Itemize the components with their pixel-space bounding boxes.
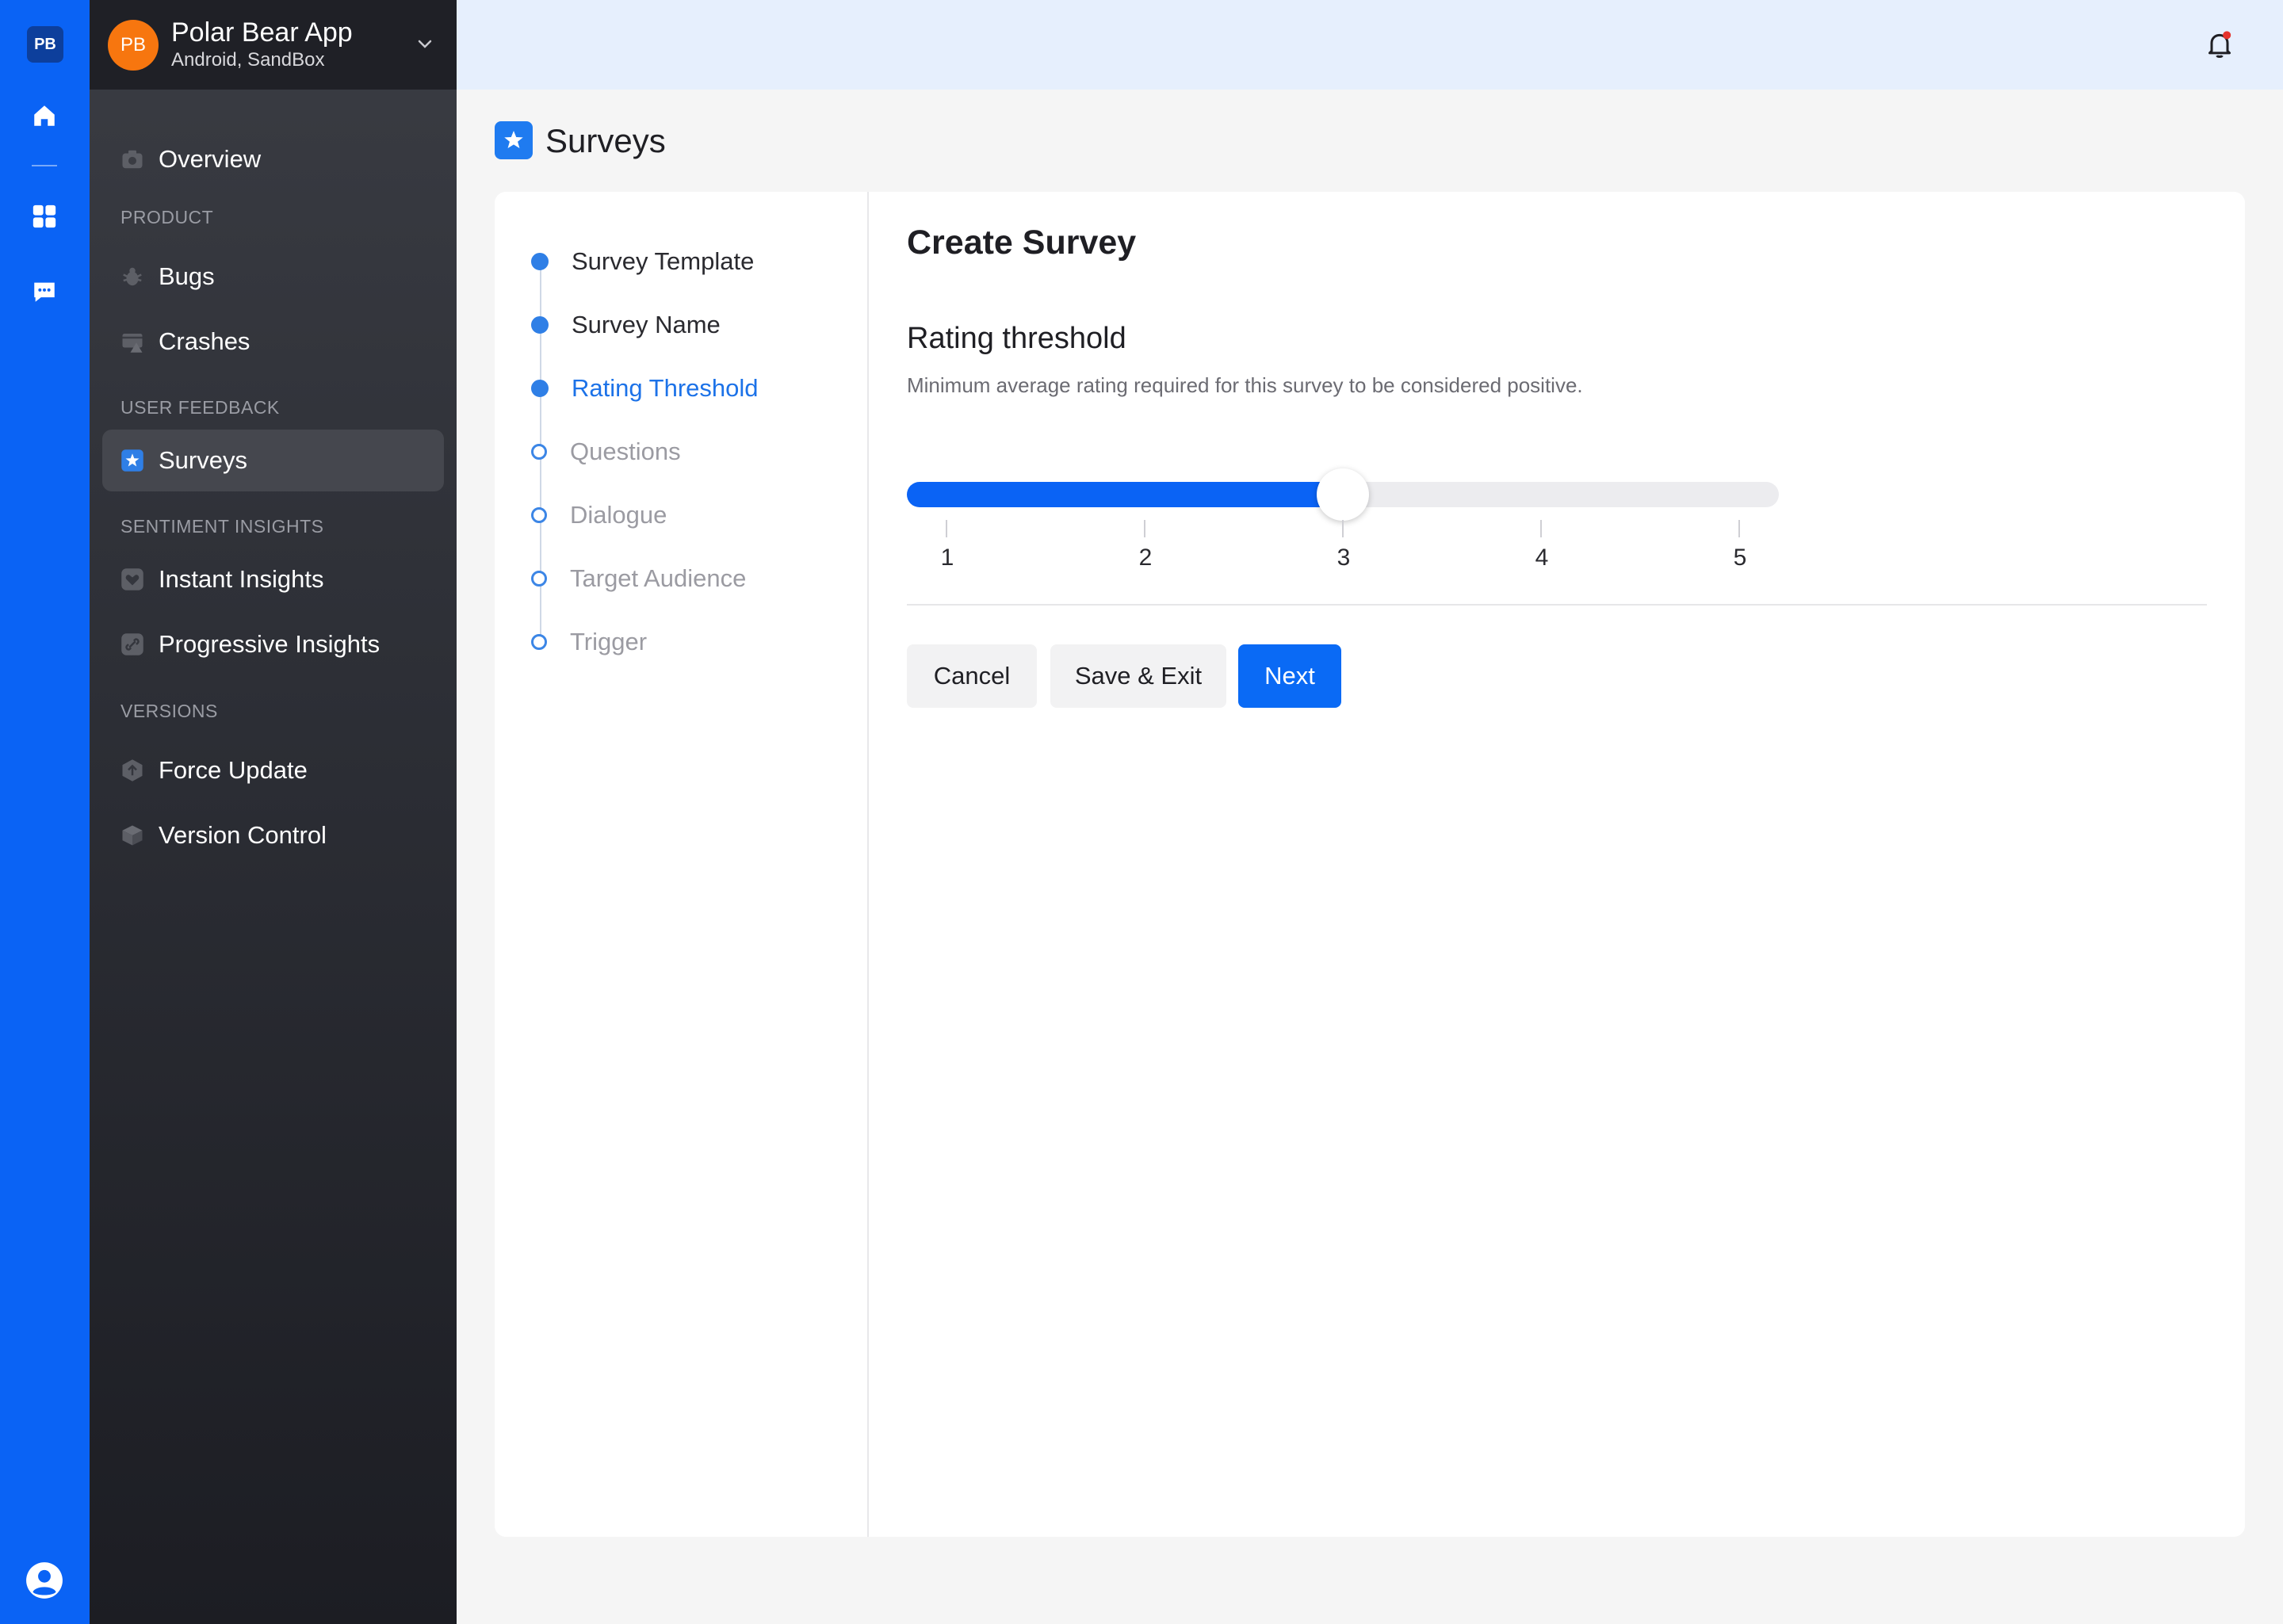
sidebar-item-label: Bugs xyxy=(159,262,215,290)
field-description: Minimum average rating required for this… xyxy=(907,373,1583,397)
sidebar-item-label: Instant Insights xyxy=(159,565,324,593)
step-dot xyxy=(531,253,549,270)
step-dot xyxy=(531,634,547,650)
step-label: Survey Template xyxy=(572,247,755,275)
step-survey-template[interactable]: Survey Template xyxy=(531,246,754,277)
heart-icon xyxy=(120,567,145,592)
workspace-badge[interactable]: PB xyxy=(27,26,63,63)
slider-tick xyxy=(1342,520,1344,537)
dashboard-icon[interactable] xyxy=(25,197,63,235)
slider-tick xyxy=(946,520,947,537)
steps-divider xyxy=(867,192,869,1537)
bug-icon xyxy=(120,264,145,289)
step-rating-threshold[interactable]: Rating Threshold xyxy=(531,373,759,404)
step-label: Dialogue xyxy=(570,501,667,529)
create-survey-card: Survey Template Survey Name Rating Thres… xyxy=(495,192,2245,1537)
sidebar-item-progressive-insights[interactable]: Progressive Insights xyxy=(102,613,444,675)
sidebar-item-label: Overview xyxy=(159,145,262,173)
step-dot xyxy=(531,316,549,334)
slider-fill xyxy=(907,482,1343,507)
sidebar-item-overview[interactable]: Overview xyxy=(102,128,444,190)
star-icon xyxy=(495,121,533,159)
step-label: Questions xyxy=(570,438,681,465)
sidebar: PB Polar Bear App Android, SandBox Overv… xyxy=(90,0,457,1624)
bell-icon[interactable] xyxy=(2204,29,2235,60)
app-name: Polar Bear App xyxy=(171,17,353,48)
upload-icon xyxy=(120,758,145,783)
user-profile-icon[interactable] xyxy=(25,1561,64,1600)
chevron-down-icon[interactable] xyxy=(413,32,437,55)
step-questions[interactable]: Questions xyxy=(531,436,681,468)
home-icon[interactable] xyxy=(25,97,63,135)
sidebar-item-crashes[interactable]: Crashes xyxy=(102,311,444,373)
next-button[interactable]: Next xyxy=(1238,644,1341,708)
section-versions: VERSIONS xyxy=(120,701,218,721)
app-environment: Android, SandBox xyxy=(171,49,325,71)
sidebar-item-version-control[interactable]: Version Control xyxy=(102,804,444,866)
step-dot xyxy=(531,380,549,397)
sidebar-item-label: Crashes xyxy=(159,327,250,355)
crash-icon xyxy=(120,329,145,354)
sidebar-item-force-update[interactable]: Force Update xyxy=(102,739,444,801)
step-trigger[interactable]: Trigger xyxy=(531,626,647,658)
form-title: Create Survey xyxy=(907,224,1137,262)
sidebar-item-label: Surveys xyxy=(159,446,247,474)
star-icon xyxy=(120,448,145,473)
slider-tick xyxy=(1144,520,1145,537)
slider-tick xyxy=(1738,520,1740,537)
step-label: Trigger xyxy=(570,628,648,655)
slider-thumb[interactable] xyxy=(1317,468,1369,521)
box-icon xyxy=(120,823,145,848)
link-icon xyxy=(120,632,145,657)
step-dot xyxy=(531,507,547,523)
step-target-audience[interactable]: Target Audience xyxy=(531,563,746,594)
chat-icon[interactable] xyxy=(25,273,63,311)
slider-tick-label: 2 xyxy=(1138,545,1153,571)
page-title: Surveys xyxy=(545,122,666,159)
step-dot xyxy=(531,444,547,460)
slider-tick-label: 1 xyxy=(940,545,954,571)
app-avatar: PB xyxy=(108,20,159,71)
step-label: Rating Threshold xyxy=(572,374,759,402)
camera-icon xyxy=(120,147,145,172)
slider-tick-label: 5 xyxy=(1733,545,1747,571)
slider-tick xyxy=(1540,520,1542,537)
field-title: Rating threshold xyxy=(907,322,1126,355)
save-exit-button[interactable]: Save & Exit xyxy=(1050,644,1226,708)
sidebar-item-bugs[interactable]: Bugs xyxy=(102,246,444,308)
section-user-feedback: USER FEEDBACK xyxy=(120,397,280,418)
section-product: PRODUCT xyxy=(120,207,214,227)
sidebar-item-label: Version Control xyxy=(159,821,327,849)
slider-tick-label: 4 xyxy=(1535,545,1549,571)
step-label: Target Audience xyxy=(570,564,747,592)
step-survey-name[interactable]: Survey Name xyxy=(531,309,721,341)
section-sentiment-insights: SENTIMENT INSIGHTS xyxy=(120,516,324,537)
form-divider xyxy=(907,604,2207,606)
sidebar-item-instant-insights[interactable]: Instant Insights xyxy=(102,548,444,610)
app-switcher[interactable]: PB Polar Bear App Android, SandBox xyxy=(90,0,457,90)
rail-divider xyxy=(32,165,57,166)
icon-rail: PB xyxy=(0,0,90,1624)
step-dialogue[interactable]: Dialogue xyxy=(531,499,667,531)
sidebar-item-label: Progressive Insights xyxy=(159,630,380,658)
slider-tick-label: 3 xyxy=(1337,545,1351,571)
sidebar-item-surveys[interactable]: Surveys xyxy=(102,430,444,491)
step-label: Survey Name xyxy=(572,311,721,338)
sidebar-item-label: Force Update xyxy=(159,756,308,784)
step-dot xyxy=(531,571,547,587)
top-bar xyxy=(457,0,2283,90)
rating-threshold-slider[interactable] xyxy=(907,468,1779,521)
cancel-button[interactable]: Cancel xyxy=(907,644,1037,708)
